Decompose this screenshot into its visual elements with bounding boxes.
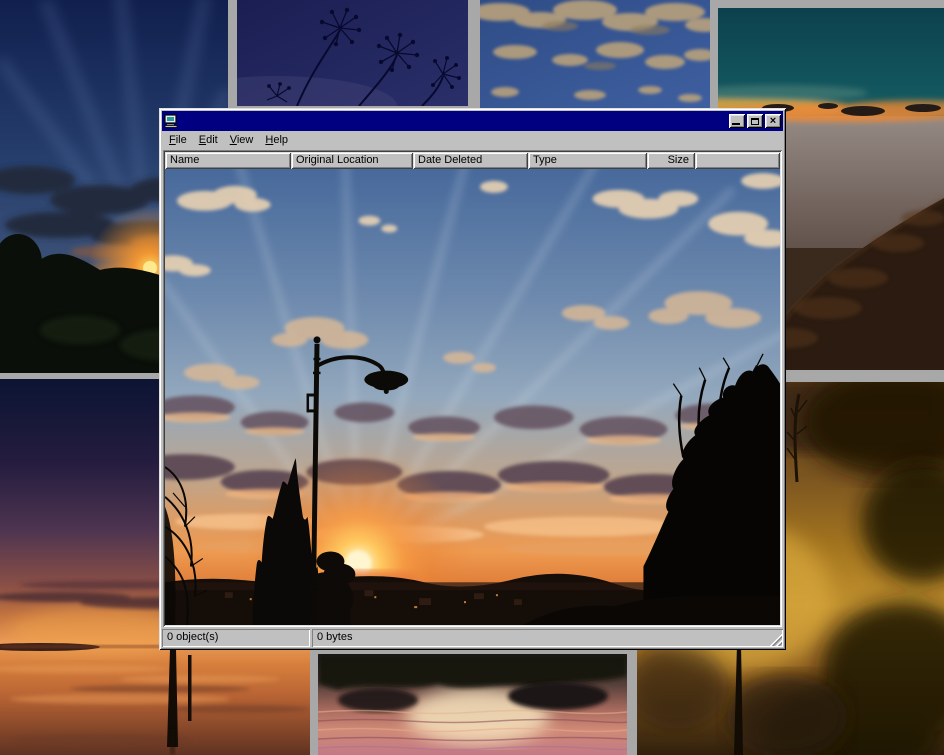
status-size-text: 0 bytes <box>317 631 352 643</box>
menu-edit[interactable]: Edit <box>193 132 224 149</box>
column-header-name[interactable]: Name <box>165 152 291 169</box>
menu-view[interactable]: View <box>224 132 260 149</box>
close-button[interactable]: × <box>765 114 781 128</box>
status-objects: 0 object(s) <box>162 629 310 647</box>
menu-file[interactable]: File <box>163 132 193 149</box>
wallpaper-blue-sky-clouds <box>480 0 710 108</box>
listview-body-sunset-photo[interactable] <box>165 169 780 625</box>
recycle-bin-window: × File Edit View Help Name Original Loca… <box>159 108 786 650</box>
listview: Name Original Location Date Deleted Type… <box>163 150 782 627</box>
listview-header: Name Original Location Date Deleted Type… <box>165 152 780 169</box>
column-header-original-location[interactable]: Original Location <box>291 152 413 169</box>
close-icon: × <box>770 116 776 126</box>
maximize-button[interactable] <box>747 114 763 128</box>
column-header-size[interactable]: Size <box>647 152 695 169</box>
menu-help[interactable]: Help <box>259 132 294 149</box>
status-bar: 0 object(s) 0 bytes <box>162 629 783 647</box>
column-header-blank[interactable] <box>695 152 780 169</box>
status-size: 0 bytes <box>312 629 783 647</box>
minimize-icon <box>732 123 740 125</box>
wallpaper-seed-heads <box>237 0 468 106</box>
resize-grip[interactable] <box>770 634 782 646</box>
menu-bar: File Edit View Help <box>162 131 783 150</box>
column-header-type[interactable]: Type <box>528 152 647 169</box>
minimize-button[interactable] <box>729 114 745 128</box>
computer-icon[interactable] <box>164 114 178 128</box>
maximize-icon <box>751 118 759 125</box>
wallpaper-pink-water-reflection <box>318 654 627 755</box>
title-bar[interactable]: × <box>162 111 783 131</box>
column-header-date-deleted[interactable]: Date Deleted <box>413 152 528 169</box>
